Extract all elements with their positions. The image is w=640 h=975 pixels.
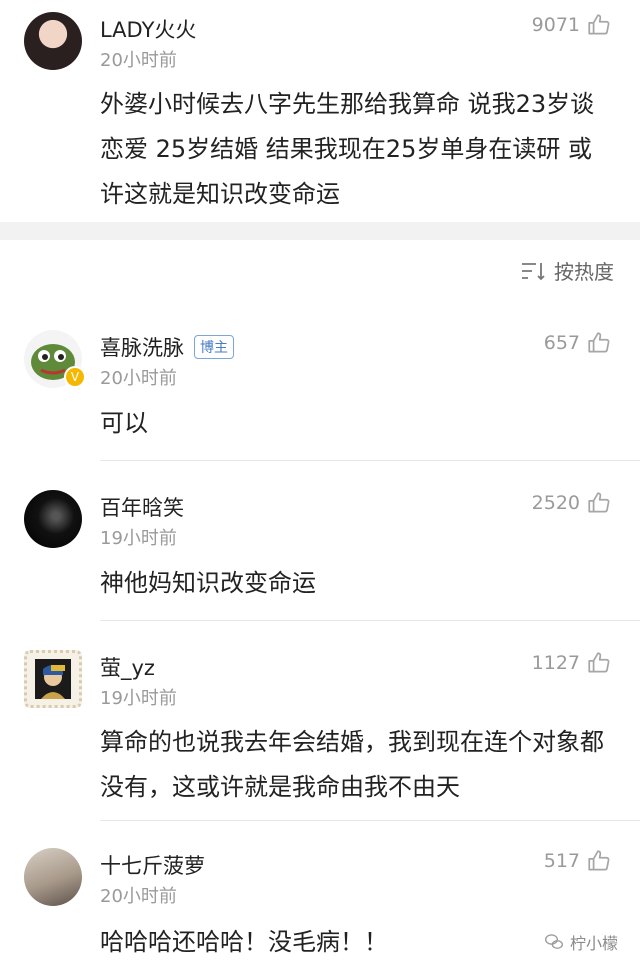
- comment-username[interactable]: 萤_yz: [100, 652, 155, 682]
- thumbs-up-icon: [588, 332, 610, 353]
- comment-username[interactable]: 十七斤菠萝: [100, 850, 205, 880]
- author-badge: 博主: [194, 335, 234, 359]
- comment-text: 哈哈哈还哈哈！没毛病！！: [100, 928, 388, 956]
- like-button[interactable]: 657: [544, 330, 612, 356]
- thumbs-up-icon: [588, 492, 610, 513]
- like-button[interactable]: 517: [544, 848, 612, 874]
- comment-time: 19小时前: [100, 688, 177, 709]
- like-count: 657: [543, 332, 580, 354]
- comment-header: 喜脉洗脉 博主: [100, 332, 234, 362]
- watermark: 柠小檬: [544, 930, 618, 954]
- like-count: 9071: [531, 14, 580, 36]
- like-button[interactable]: 2520: [532, 490, 612, 516]
- sort-label: 按热度: [554, 260, 614, 284]
- like-count: 2520: [531, 492, 580, 514]
- comment-username[interactable]: 喜脉洗脉: [100, 336, 184, 360]
- avatar[interactable]: [24, 490, 82, 548]
- thumbs-up-icon: [588, 14, 610, 35]
- like-button[interactable]: 9071: [532, 12, 612, 38]
- avatar[interactable]: [24, 650, 82, 708]
- comment-time: 19小时前: [100, 528, 177, 549]
- divider: [100, 620, 640, 621]
- like-button[interactable]: 1127: [532, 650, 612, 676]
- portrait-avatar-icon: [35, 659, 71, 699]
- divider: [100, 820, 640, 821]
- like-count: 1127: [531, 652, 580, 674]
- avatar[interactable]: [24, 848, 82, 906]
- divider: [100, 460, 640, 461]
- comment-username[interactable]: LADY火火: [100, 14, 196, 44]
- wechat-icon: [544, 934, 563, 949]
- sort-icon: [522, 262, 545, 280]
- comment-time: 20小时前: [100, 50, 177, 71]
- comment-username[interactable]: 百年晗笑: [100, 492, 184, 522]
- comment-text: 算命的也说我去年会结婚，我到现在连个对象都没有，这或许就是我命由我不由天: [100, 728, 604, 801]
- avatar[interactable]: [24, 12, 82, 70]
- thumbs-up-icon: [588, 850, 610, 871]
- watermark-text: 柠小檬: [569, 934, 618, 953]
- section-divider: [0, 222, 640, 240]
- sort-button[interactable]: 按热度: [520, 256, 614, 285]
- comment-time: 20小时前: [100, 368, 177, 389]
- comment-time: 20小时前: [100, 886, 177, 907]
- comment-text: 可以: [100, 409, 148, 437]
- like-count: 517: [543, 850, 580, 872]
- comment-text: 神他妈知识改变命运: [100, 569, 316, 597]
- verified-badge-icon: V: [64, 366, 86, 388]
- comment-text: 外婆小时候去八字先生那给我算命 说我23岁谈恋爱 25岁结婚 结果我现在25岁单…: [100, 90, 595, 208]
- thumbs-up-icon: [588, 652, 610, 673]
